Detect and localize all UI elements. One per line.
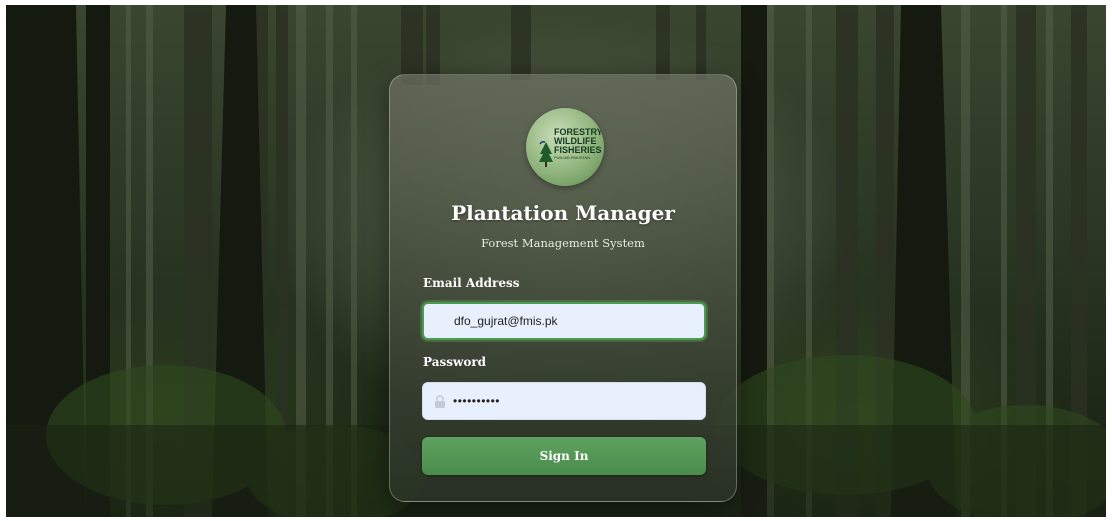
app-subtitle: Forest Management System bbox=[481, 236, 645, 250]
app-title: Plantation Manager bbox=[451, 201, 675, 225]
password-field-wrapper bbox=[422, 382, 706, 420]
email-label: Email Address bbox=[423, 276, 520, 290]
password-input[interactable] bbox=[453, 383, 693, 419]
login-card: FORESTRY WILDLIFE FISHERIES PUNJAB PAKIS… bbox=[389, 74, 737, 502]
email-field-wrapper bbox=[422, 302, 706, 340]
email-input[interactable] bbox=[454, 304, 694, 338]
forestry-logo: FORESTRY WILDLIFE FISHERIES PUNJAB PAKIS… bbox=[526, 108, 604, 186]
password-label: Password bbox=[423, 355, 487, 369]
logo-text: FORESTRY WILDLIFE FISHERIES PUNJAB PAKIS… bbox=[554, 128, 603, 161]
sign-in-button[interactable]: Sign In bbox=[422, 437, 706, 475]
logo-line-fisheries: FISHERIES bbox=[554, 145, 602, 155]
lock-icon bbox=[435, 395, 445, 408]
app-window: FORESTRY WILDLIFE FISHERIES PUNJAB PAKIS… bbox=[6, 5, 1106, 517]
logo-line-region: PUNJAB PAKISTAN bbox=[554, 155, 591, 160]
